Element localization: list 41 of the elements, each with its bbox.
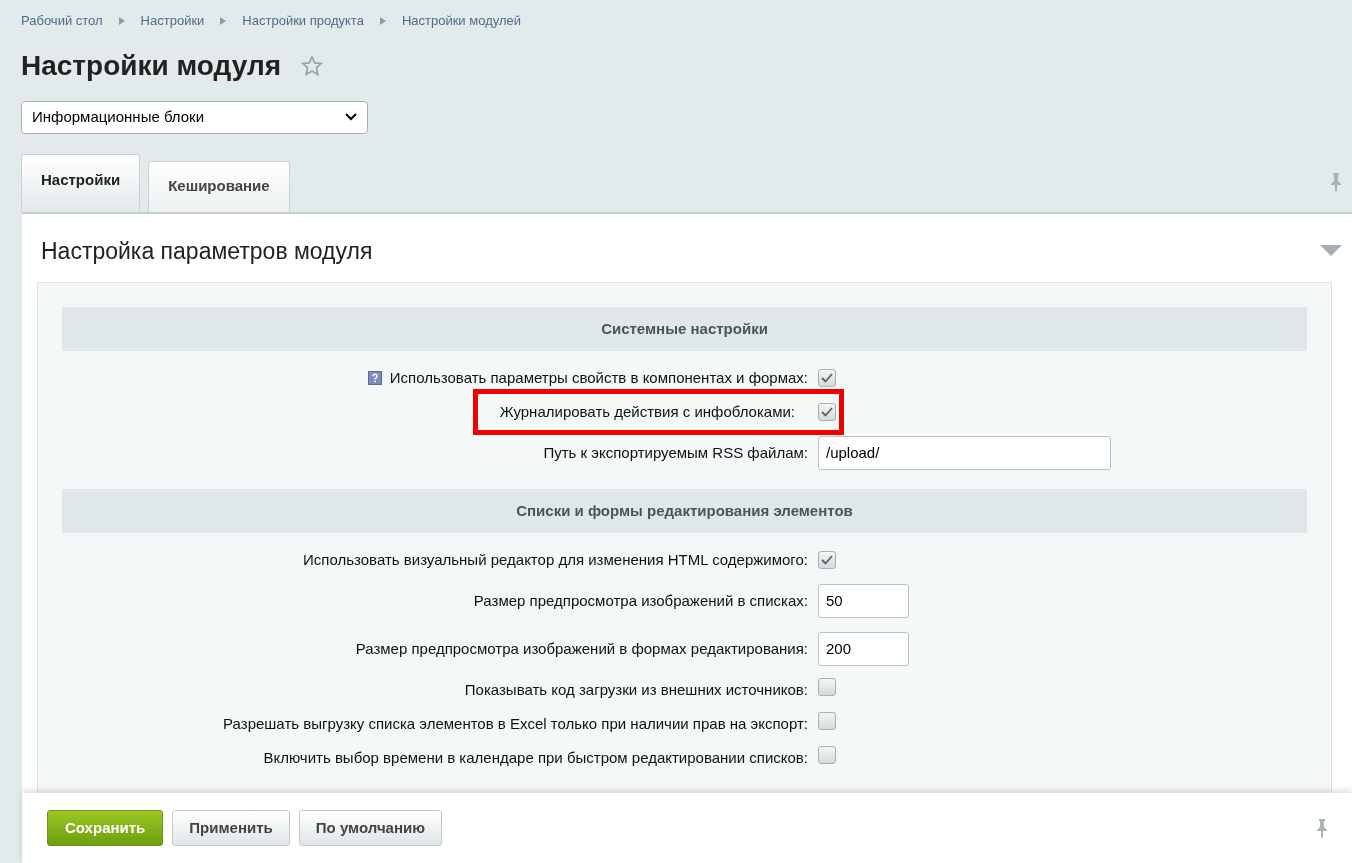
checkbox[interactable]	[818, 677, 836, 696]
pin-icon[interactable]	[1330, 171, 1342, 192]
pin-icon[interactable]	[1316, 818, 1328, 838]
breadcrumb-link[interactable]: Настройки	[140, 11, 205, 31]
module-select[interactable]: Информационные блоки	[21, 100, 368, 134]
action-button[interactable]: По умолчанию	[298, 810, 443, 846]
collapse-icon[interactable]	[1320, 244, 1342, 257]
action-button[interactable]: Применить	[172, 810, 290, 846]
text-field[interactable]: 50	[818, 584, 909, 618]
setting-label: Размер предпросмотра изображений в списках:	[473, 590, 808, 611]
star-icon[interactable]	[301, 54, 324, 77]
checkbox[interactable]	[818, 745, 836, 764]
setting-label: Путь к экспортируемым RSS файлам:	[543, 442, 808, 463]
chevron-icon	[379, 16, 386, 25]
checkbox[interactable]	[818, 369, 836, 387]
setting-label: Включить выбор времени в календаре при быстром редактировании списков:	[263, 747, 808, 768]
breadcrumb-link[interactable]: Настройки продукта	[242, 11, 364, 31]
setting-label: Использовать параметры свойств в компонентах и формах:	[389, 367, 808, 388]
section-header: Списки и формы редактирования элементов	[62, 489, 1307, 533]
breadcrumb-link[interactable]: Рабочий стол	[21, 11, 103, 31]
select-value: Информационные блоки	[32, 106, 205, 127]
checkbox[interactable]	[818, 551, 836, 569]
setting-label: Размер предпросмотра изображений в формах редактирования:	[355, 638, 808, 659]
panel-title: Настройка параметров модуля	[41, 236, 373, 266]
tab[interactable]: Настройки	[21, 153, 141, 212]
setting-label: Журналировать действия с инфоблоками:	[499, 401, 795, 422]
text-field[interactable]: /upload/	[818, 436, 1111, 470]
checkbox[interactable]	[818, 711, 836, 730]
setting-label: Использовать визуальный редактор для изменения HTML содержимого:	[303, 549, 808, 570]
chevron-icon	[118, 16, 125, 25]
breadcrumb-link[interactable]: Настройки модулей	[401, 11, 521, 31]
tab[interactable]: Кеширование	[148, 160, 290, 212]
chevron-icon	[220, 16, 227, 25]
setting-label: Показывать код загрузки из внешних источников:	[464, 679, 808, 700]
page-title: Настройки модуля	[21, 48, 282, 83]
help-icon[interactable]	[367, 371, 382, 385]
caret-icon	[345, 113, 357, 121]
checkbox[interactable]	[818, 403, 836, 421]
setting-label: Разрешать выгрузку списка элементов в Excel только при наличии прав на экспорт:	[223, 713, 808, 734]
text-field[interactable]: 200	[818, 632, 909, 666]
section-header: Системные настройки	[62, 307, 1307, 351]
